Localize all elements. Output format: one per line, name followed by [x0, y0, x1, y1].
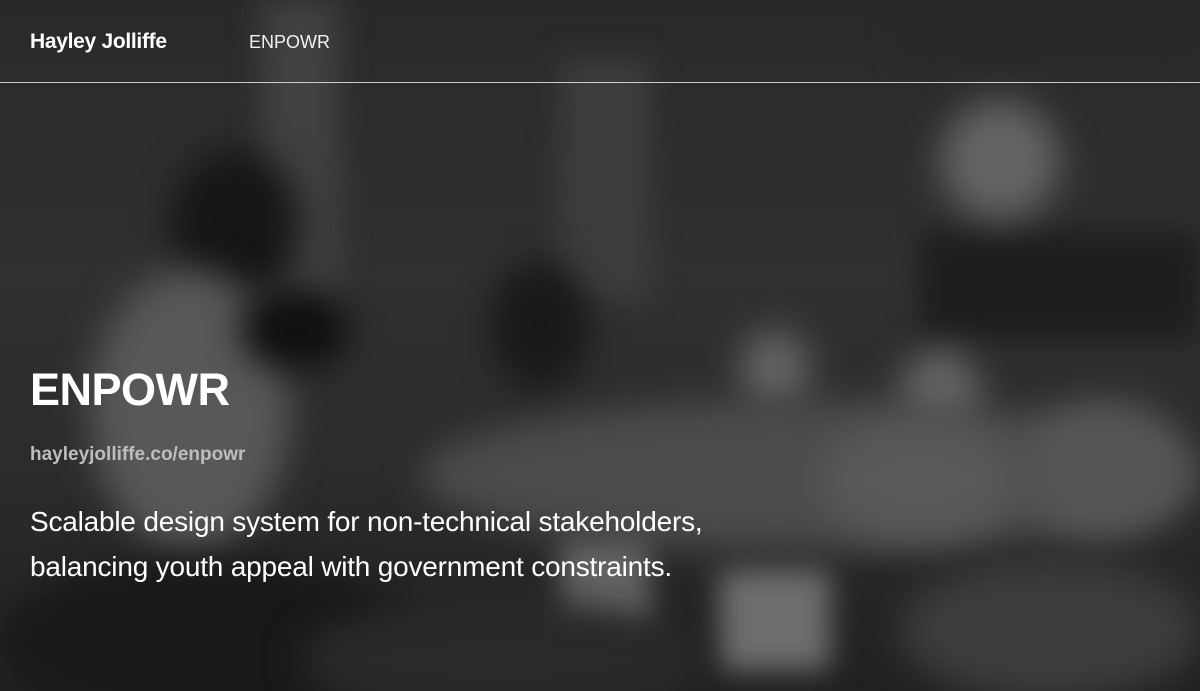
project-description: Scalable design system for non-technical…: [30, 499, 790, 589]
project-description-line-1: Scalable design system for non-technical…: [30, 506, 703, 537]
site-header: Hayley Jolliffe ENPOWR: [0, 0, 1200, 83]
project-page: Hayley Jolliffe ENPOWR ENPOWR hayleyjoll…: [0, 0, 1200, 691]
brand-link[interactable]: Hayley Jolliffe: [30, 30, 167, 54]
nav-link-enpowr[interactable]: ENPOWR: [249, 32, 330, 53]
project-title: ENPOWR: [30, 364, 230, 415]
project-url-link[interactable]: hayleyjolliffe.co/enpowr: [30, 444, 245, 466]
project-description-line-2: balancing youth appeal with government c…: [30, 551, 672, 582]
